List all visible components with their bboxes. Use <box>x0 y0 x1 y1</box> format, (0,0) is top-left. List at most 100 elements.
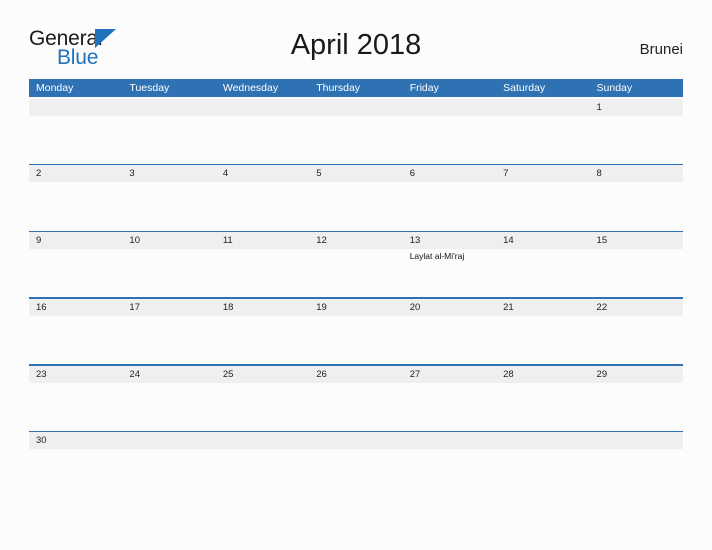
day-number[interactable]: 25 <box>216 366 309 383</box>
day-number[interactable] <box>496 99 589 116</box>
day-number[interactable]: 2 <box>29 165 122 182</box>
week-events-strip: Laylat al-Mi'raj <box>29 249 683 297</box>
day-number[interactable]: 7 <box>496 165 589 182</box>
calendar-week-row: 1 <box>29 97 683 164</box>
day-event <box>122 249 215 297</box>
weekday-header-tuesday: Tuesday <box>129 82 170 94</box>
day-event <box>590 449 683 497</box>
day-number[interactable]: 26 <box>309 366 402 383</box>
week-events-strip <box>29 116 683 164</box>
day-number[interactable]: 13 <box>403 232 496 249</box>
day-event <box>122 449 215 497</box>
weekday-header-sunday: Sunday <box>596 82 633 94</box>
day-event <box>496 316 589 364</box>
week-daynumber-strip: 16 17 18 19 20 21 22 <box>29 298 683 316</box>
day-event <box>29 116 122 164</box>
day-number[interactable]: 5 <box>309 165 402 182</box>
day-number[interactable] <box>216 432 309 449</box>
day-number[interactable] <box>122 99 215 116</box>
calendar-week-row: 23 24 25 26 27 28 29 <box>29 364 683 431</box>
day-event <box>309 316 402 364</box>
day-event <box>590 316 683 364</box>
day-event <box>496 383 589 431</box>
day-event <box>216 383 309 431</box>
calendar-week-row: 2 3 4 5 6 7 8 <box>29 163 683 231</box>
day-number[interactable] <box>29 99 122 116</box>
day-event <box>122 316 215 364</box>
day-event <box>309 249 402 297</box>
weekday-header-row: Monday Tuesday Wednesday Thursday Friday… <box>29 79 683 97</box>
day-number[interactable] <box>122 432 215 449</box>
day-event <box>403 316 496 364</box>
week-daynumber-strip: 2 3 4 5 6 7 8 <box>29 165 683 183</box>
day-event <box>216 316 309 364</box>
weekday-header-thursday: Thursday <box>316 82 361 94</box>
day-number[interactable]: 1 <box>590 99 683 116</box>
day-event <box>309 449 402 497</box>
day-event <box>403 182 496 230</box>
calendar-week-row: 9 10 11 12 13 14 15 Laylat al-Mi'raj <box>29 230 683 298</box>
day-event <box>309 116 402 164</box>
day-number[interactable] <box>216 99 309 116</box>
page-header: General Blue April 2018 Brunei <box>0 0 712 78</box>
day-number[interactable]: 20 <box>403 299 496 316</box>
day-event <box>496 182 589 230</box>
day-number[interactable]: 28 <box>496 366 589 383</box>
day-event <box>216 449 309 497</box>
day-number[interactable]: 21 <box>496 299 589 316</box>
day-number[interactable]: 17 <box>122 299 215 316</box>
calendar-week-row: 30 <box>29 430 683 498</box>
country-label: Brunei <box>639 41 683 58</box>
day-event <box>496 449 589 497</box>
day-number[interactable] <box>309 432 402 449</box>
day-number[interactable] <box>403 432 496 449</box>
day-number[interactable]: 30 <box>29 432 122 449</box>
day-number[interactable]: 4 <box>216 165 309 182</box>
week-daynumber-strip: 30 <box>29 432 683 450</box>
weekday-header-wednesday: Wednesday <box>222 82 279 94</box>
day-event <box>403 449 496 497</box>
day-number[interactable] <box>590 432 683 449</box>
day-number[interactable]: 15 <box>590 232 683 249</box>
day-event <box>590 249 683 297</box>
week-daynumber-strip: 1 <box>29 98 683 116</box>
day-event <box>496 249 589 297</box>
day-event <box>309 182 402 230</box>
day-event-holiday: Laylat al-Mi'raj <box>409 251 465 262</box>
day-number[interactable]: 16 <box>29 299 122 316</box>
day-number[interactable]: 19 <box>309 299 402 316</box>
day-number[interactable]: 11 <box>216 232 309 249</box>
day-event <box>122 383 215 431</box>
week-events-strip <box>29 383 683 431</box>
day-number[interactable]: 14 <box>496 232 589 249</box>
day-number[interactable]: 23 <box>29 366 122 383</box>
week-events-strip <box>29 182 683 230</box>
day-number[interactable]: 9 <box>29 232 122 249</box>
day-event <box>309 383 402 431</box>
day-event <box>590 116 683 164</box>
day-event <box>216 182 309 230</box>
day-event <box>29 249 122 297</box>
day-event <box>403 116 496 164</box>
day-number[interactable] <box>403 99 496 116</box>
day-number[interactable]: 27 <box>403 366 496 383</box>
day-event <box>29 383 122 431</box>
day-number[interactable]: 29 <box>590 366 683 383</box>
weekday-header-saturday: Saturday <box>503 82 546 94</box>
weekday-header-friday: Friday <box>409 82 439 94</box>
day-event <box>216 249 309 297</box>
day-number[interactable]: 8 <box>590 165 683 182</box>
day-number[interactable]: 18 <box>216 299 309 316</box>
day-number[interactable]: 24 <box>122 366 215 383</box>
day-number[interactable]: 22 <box>590 299 683 316</box>
day-event <box>590 182 683 230</box>
day-number[interactable] <box>309 99 402 116</box>
page-title: April 2018 <box>290 29 422 61</box>
day-number[interactable]: 12 <box>309 232 402 249</box>
day-event <box>590 383 683 431</box>
day-number[interactable]: 6 <box>403 165 496 182</box>
day-number[interactable]: 3 <box>122 165 215 182</box>
day-number[interactable]: 10 <box>122 232 215 249</box>
day-event <box>122 116 215 164</box>
day-number[interactable] <box>496 432 589 449</box>
